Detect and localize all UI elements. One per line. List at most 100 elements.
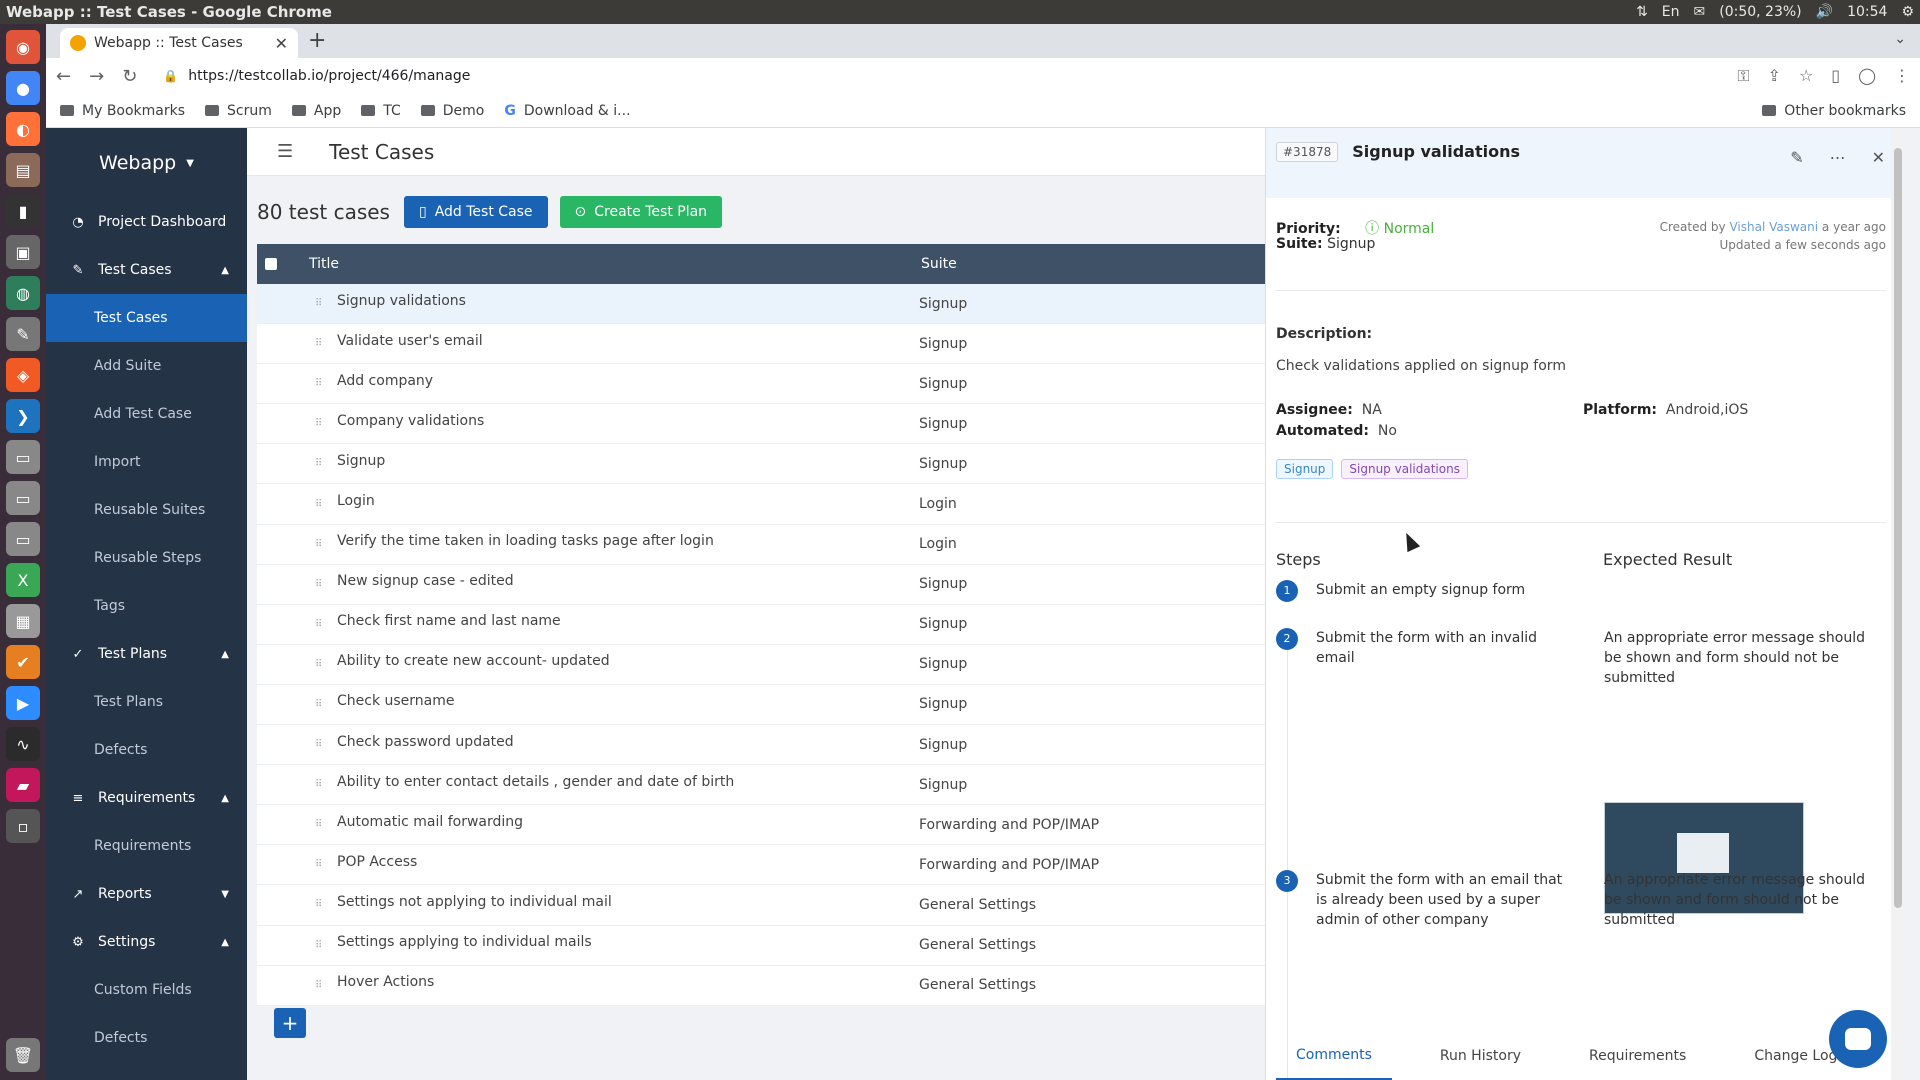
sidebar-item-test-cases[interactable]: Test Cases xyxy=(46,294,247,342)
sidebar-item-requirements[interactable]: Requirements xyxy=(46,822,247,870)
row-title[interactable]: Company validations xyxy=(337,413,919,429)
archive-icon[interactable]: ▦ xyxy=(6,604,40,638)
table-row[interactable]: ⠿ POP Access Forwarding and POP/IMAP xyxy=(257,845,1265,886)
drive2-icon[interactable]: ▭ xyxy=(6,481,40,515)
bookmark-my-bookmarks[interactable]: My Bookmarks xyxy=(60,103,185,119)
table-row[interactable]: ⠿ New signup case - edited Signup xyxy=(257,564,1265,605)
edit-icon[interactable]: ✎ xyxy=(1790,148,1803,167)
workspace-icon[interactable]: ▫ xyxy=(6,809,40,843)
reload-icon[interactable]: ↻ xyxy=(122,66,137,87)
close-tab-icon[interactable]: ✕ xyxy=(275,34,288,53)
column-suite[interactable]: Suite xyxy=(921,256,957,272)
tag-signup[interactable]: Signup xyxy=(1276,459,1334,479)
row-title[interactable]: New signup case - edited xyxy=(337,573,919,589)
created-by-user[interactable]: Vishal Vaswani xyxy=(1729,220,1818,234)
sidebar-item-test-plans[interactable]: ✓ Test Plans ▲ xyxy=(46,630,247,678)
drag-handle-icon[interactable]: ⠿ xyxy=(315,739,325,750)
drag-handle-icon[interactable]: ⠿ xyxy=(315,659,325,670)
share-icon[interactable]: ⇪ xyxy=(1768,66,1781,86)
chrome-icon[interactable]: ● xyxy=(6,71,40,105)
sidebar-item-tags[interactable]: Tags xyxy=(46,582,247,630)
row-title[interactable]: Verify the time taken in loading tasks p… xyxy=(337,533,919,549)
tag-signup-validations[interactable]: Signup validations xyxy=(1341,459,1468,479)
network-icon[interactable]: ⇅ xyxy=(1636,4,1648,20)
sidebar-item-defects[interactable]: Defects xyxy=(46,1014,247,1062)
panel-scrollbar[interactable] xyxy=(1891,128,1905,1080)
drag-handle-icon[interactable]: ⠿ xyxy=(315,378,325,389)
table-row[interactable]: ⠿ Check username Signup xyxy=(257,684,1265,726)
drag-handle-icon[interactable]: ⠿ xyxy=(315,418,325,429)
address-bar[interactable]: 🔒 https://testcollab.io/project/466/mana… xyxy=(155,62,1656,90)
url-text[interactable]: https://testcollab.io/project/466/manage xyxy=(188,68,470,84)
row-title[interactable]: Validate user's email xyxy=(337,333,919,349)
add-test-case-button[interactable]: ▯ Add Test Case xyxy=(403,196,548,228)
compass-icon[interactable]: ◈ xyxy=(6,358,40,392)
mail-icon[interactable]: ✉ xyxy=(1694,4,1706,20)
tasks-icon[interactable]: ✔ xyxy=(6,645,40,679)
volume-icon[interactable]: 🔊 xyxy=(1816,4,1833,20)
text-editor-icon[interactable]: ✎ xyxy=(6,317,40,351)
zoom-icon[interactable]: ▶ xyxy=(6,686,40,720)
drag-handle-icon[interactable]: ⠿ xyxy=(315,819,325,830)
terminal-icon[interactable]: ▮ xyxy=(6,194,40,228)
table-row[interactable]: ⠿ Settings applying to individual mails Ge… xyxy=(257,925,1265,966)
create-test-plan-button[interactable]: ⊙ Create Test Plan xyxy=(559,196,723,228)
sidebar-item-test-plans[interactable]: Test Plans xyxy=(46,678,247,726)
other-bookmarks[interactable]: Other bookmarks xyxy=(1762,103,1906,119)
table-row[interactable]: ⠿ Check first name and last name Signup xyxy=(257,604,1265,645)
row-title[interactable]: Login xyxy=(337,493,919,509)
select-all-checkbox[interactable] xyxy=(265,258,277,270)
star-icon[interactable]: ☆ xyxy=(1799,66,1813,86)
scrollbar-thumb[interactable] xyxy=(1894,148,1902,908)
drag-handle-icon[interactable]: ⠿ xyxy=(315,980,325,991)
kebab-menu-icon[interactable]: ⋮ xyxy=(1894,66,1910,86)
screen-recorder-icon[interactable]: ▰ xyxy=(6,768,40,802)
sidebar-item-reusable-suites[interactable]: Reusable Suites xyxy=(46,486,247,534)
clock[interactable]: 10:54 xyxy=(1847,4,1887,20)
bookmark-app[interactable]: App xyxy=(291,103,341,119)
globe-icon[interactable]: ◍ xyxy=(6,276,40,310)
row-title[interactable]: Settings not applying to individual mail xyxy=(337,894,919,910)
tab-comments[interactable]: Comments xyxy=(1276,1032,1392,1080)
sidebar-item-reports[interactable]: ↗ Reports ▼ xyxy=(46,870,247,918)
key-icon[interactable]: ⚿ xyxy=(1737,66,1749,86)
drag-handle-icon[interactable]: ⠿ xyxy=(315,859,325,870)
new-tab-button[interactable]: + xyxy=(308,28,326,53)
drag-handle-icon[interactable]: ⠿ xyxy=(315,499,325,510)
close-icon[interactable]: ✕ xyxy=(1872,148,1885,167)
table-row[interactable]: ⠿ Automatic mail forwarding Forwarding and… xyxy=(257,805,1265,846)
sidebar-item-settings[interactable]: ⚙ Settings ▲ xyxy=(46,918,247,966)
keyboard-lang[interactable]: En xyxy=(1662,4,1680,20)
sidebar-item-import[interactable]: Import xyxy=(46,438,247,486)
table-row[interactable]: ⠿ Verify the time taken in loading tasks … xyxy=(257,524,1265,565)
drag-handle-icon[interactable]: ⠿ xyxy=(315,579,325,590)
more-options-icon[interactable]: ⋯ xyxy=(1830,148,1846,167)
column-title[interactable]: Title xyxy=(309,256,921,272)
drag-handle-icon[interactable]: ⠿ xyxy=(315,539,325,550)
table-row[interactable]: ⠿ Ability to enter contact details , gend… xyxy=(257,765,1265,806)
spreadsheet-icon[interactable]: X xyxy=(6,563,40,597)
table-row[interactable]: ⠿ Signup Signup xyxy=(257,444,1265,485)
row-title[interactable]: Check first name and last name xyxy=(337,613,919,629)
vscode-icon[interactable]: ❯ xyxy=(6,399,40,433)
row-title[interactable]: Ability to create new account- updated xyxy=(337,653,919,669)
drag-handle-icon[interactable]: ⠿ xyxy=(315,458,325,469)
files-icon[interactable]: ▤ xyxy=(6,153,40,187)
drive3-icon[interactable]: ▭ xyxy=(6,522,40,556)
ubuntu-icon[interactable]: ◉ xyxy=(6,30,40,64)
row-title[interactable]: POP Access xyxy=(337,854,919,870)
drag-handle-icon[interactable]: ⠿ xyxy=(315,899,325,910)
add-button[interactable]: + xyxy=(274,1008,306,1038)
table-row[interactable]: ⠿ Ability to create new account- updated S… xyxy=(257,644,1265,685)
back-icon[interactable]: ← xyxy=(56,66,71,87)
row-title[interactable]: Settings applying to individual mails xyxy=(337,934,919,950)
monitor-icon[interactable]: ∿ xyxy=(6,727,40,761)
power-gear-icon[interactable]: ⚙ xyxy=(1901,4,1914,20)
screenshot-icon[interactable]: ▣ xyxy=(6,235,40,269)
sidebar-item-project-dashboard[interactable]: ◔ Project Dashboard xyxy=(46,198,247,246)
row-title[interactable]: Check password updated xyxy=(337,734,919,750)
sidebar-item-add-test-case[interactable]: Add Test Case xyxy=(46,390,247,438)
tab-search-icon[interactable]: ⌄ xyxy=(1894,31,1906,47)
bookmark-scrum[interactable]: Scrum xyxy=(205,103,272,119)
row-title[interactable]: Add company xyxy=(337,373,919,389)
